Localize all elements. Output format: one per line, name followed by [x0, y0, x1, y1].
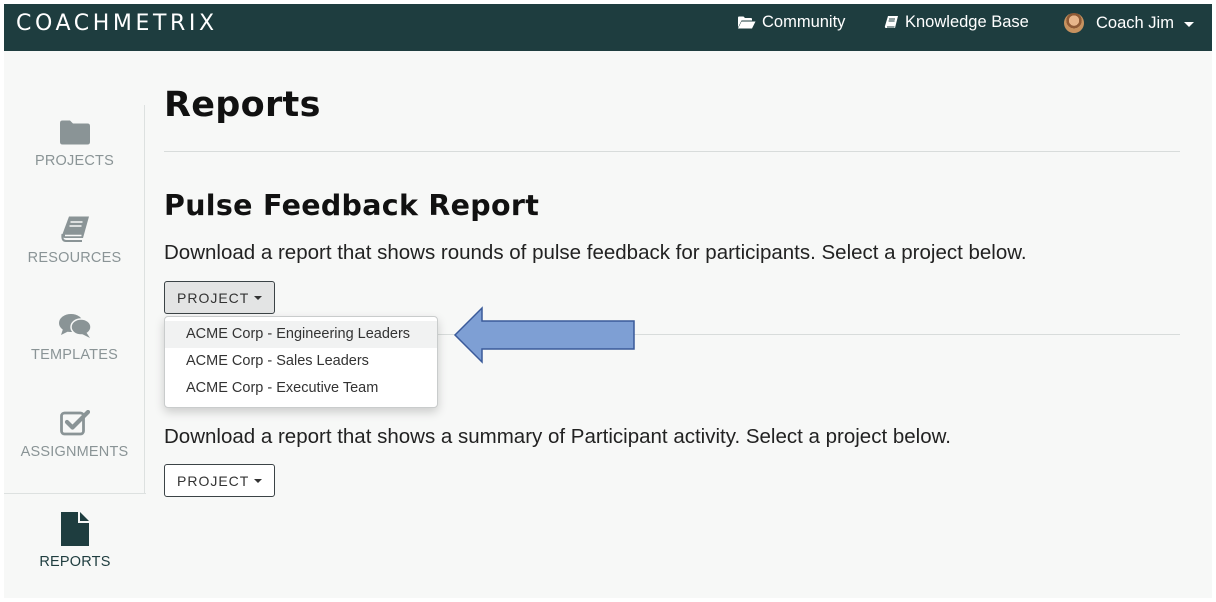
sidebar-item-projects[interactable]: PROJECTS: [4, 105, 145, 201]
dropdown-option-executive-team[interactable]: ACME Corp - Executive Team: [165, 375, 437, 402]
dropdown-option-sales-leaders[interactable]: ACME Corp - Sales Leaders: [165, 348, 437, 375]
annotation-arrow-icon: [453, 306, 635, 364]
button-label: PROJECT: [177, 289, 250, 306]
caret-down-icon: [254, 296, 263, 300]
main-content: Reports Pulse Feedback Report Download a…: [164, 4, 1180, 598]
project-dropdown-menu: ACME Corp - Engineering Leaders ACME Cor…: [164, 316, 438, 408]
activity-report-description: Download a report that shows a summary o…: [164, 425, 951, 448]
sidebar-item-label: TEMPLATES: [31, 347, 118, 363]
caret-down-icon: [254, 479, 263, 483]
check-square-icon: [59, 396, 90, 436]
sidebar: PROJECTS RESOURCES TEMPLATES ASSIGNMENTS…: [4, 105, 146, 598]
sidebar-item-templates[interactable]: TEMPLATES: [4, 299, 145, 395]
activity-project-dropdown-button[interactable]: PROJECT: [164, 464, 276, 497]
button-label: PROJECT: [177, 472, 250, 489]
sidebar-item-label: ASSIGNMENTS: [20, 444, 129, 460]
title-divider: [164, 151, 1180, 152]
sidebar-item-label: RESOURCES: [27, 250, 122, 266]
pulse-project-dropdown-button[interactable]: PROJECT: [164, 281, 276, 314]
comments-icon: [58, 299, 91, 339]
sidebar-item-label: REPORTS: [39, 554, 111, 570]
sidebar-item-reports[interactable]: REPORTS: [4, 493, 146, 598]
dropdown-option-engineering-leaders[interactable]: ACME Corp - Engineering Leaders: [165, 321, 437, 348]
book-icon: [60, 202, 90, 242]
pulse-report-title: Pulse Feedback Report: [164, 189, 540, 222]
pulse-report-description: Download a report that shows rounds of p…: [164, 241, 1027, 264]
sidebar-item-assignments[interactable]: ASSIGNMENTS: [4, 396, 145, 492]
folder-icon: [59, 105, 90, 145]
page-title: Reports: [164, 85, 321, 125]
sidebar-item-resources[interactable]: RESOURCES: [4, 202, 145, 298]
app-frame: COACHMETRIX Community Knowledge Base Coa…: [4, 4, 1212, 598]
sidebar-item-label: PROJECTS: [35, 153, 114, 169]
chevron-down-icon: [1183, 21, 1194, 27]
file-icon: [61, 494, 89, 546]
